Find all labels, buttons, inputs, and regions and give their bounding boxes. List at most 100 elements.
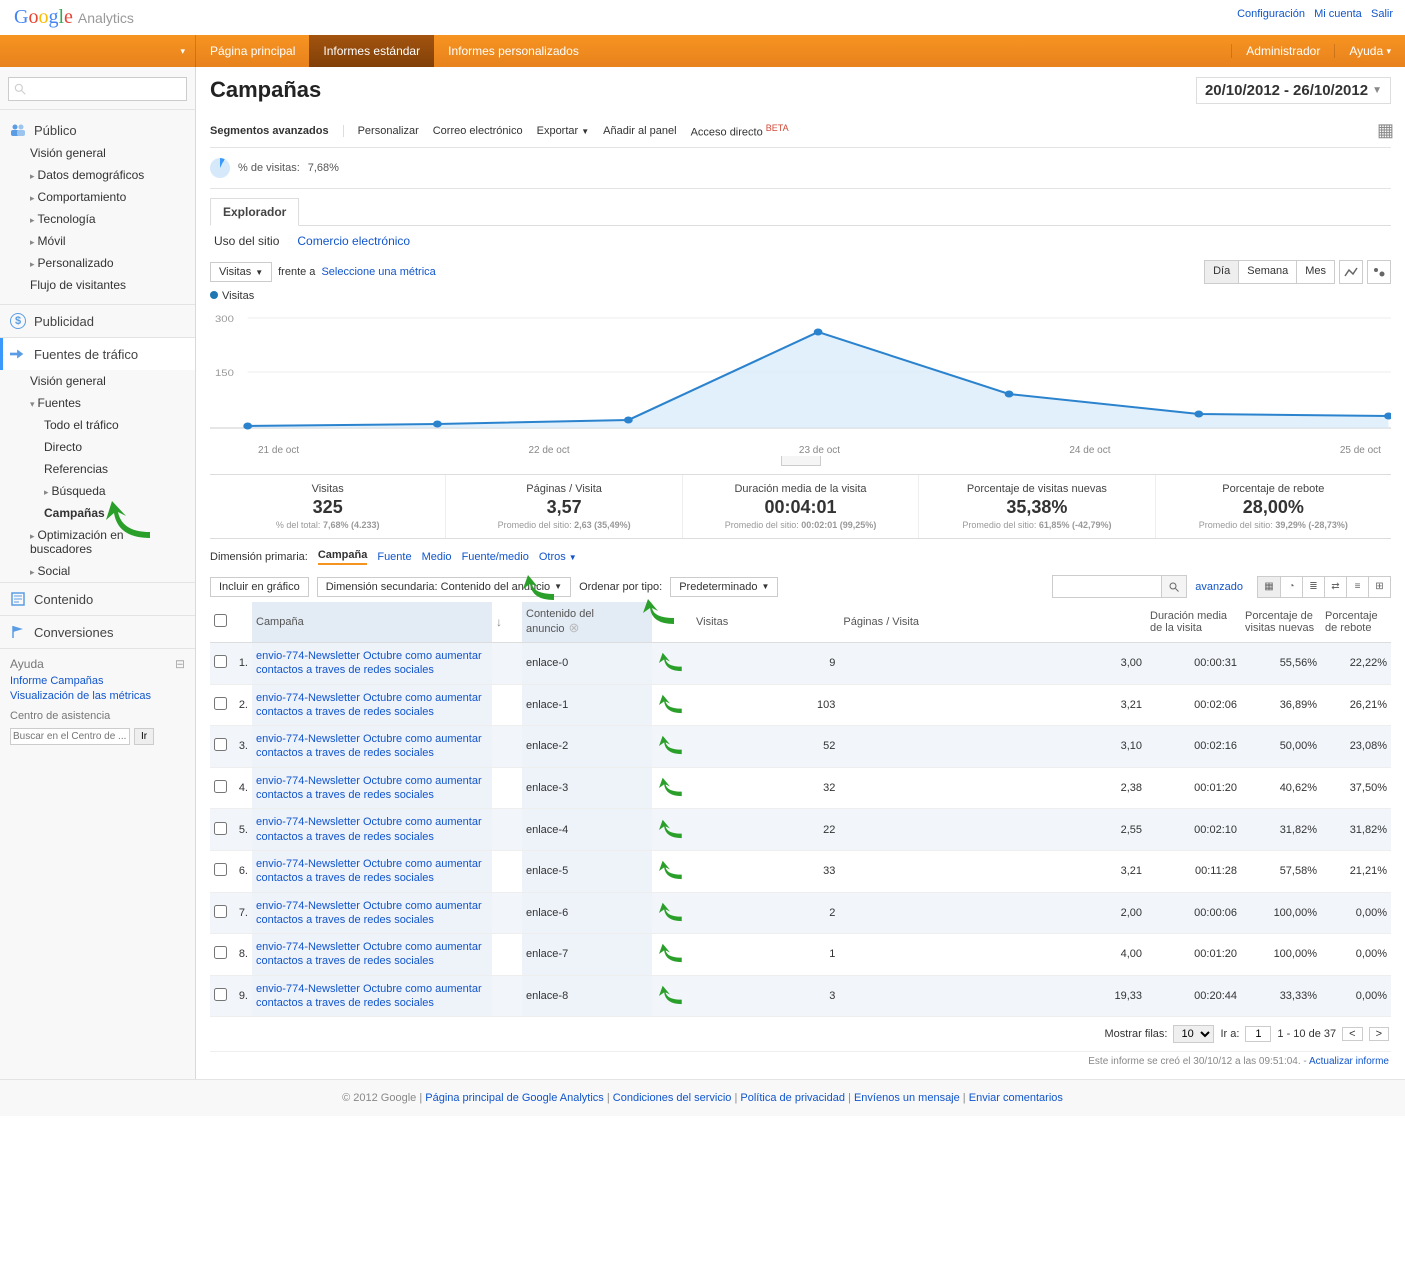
sidebar-tecnologia[interactable]: ▸Tecnología (0, 208, 195, 230)
row-checkbox[interactable] (214, 738, 227, 751)
help-search-input[interactable] (10, 728, 130, 745)
remove-dim-icon[interactable]: ⊗ (569, 620, 580, 635)
th-visitas[interactable]: Visitas (692, 602, 839, 643)
footer-link-3[interactable]: Envíenos un mensaje (854, 1092, 960, 1104)
account-dropdown[interactable]: ▾ (0, 35, 196, 67)
metric-1-selector[interactable]: Visitas ▼ (210, 262, 272, 282)
sidebar-demograficos[interactable]: ▸Datos demográficos (0, 164, 195, 186)
btn-dia[interactable]: Día (1205, 261, 1238, 283)
sidebar-publicidad[interactable]: $ Publicidad (0, 305, 195, 337)
table-row[interactable]: 6.envio-774-Newsletter Octubre como aume… (210, 850, 1391, 892)
select-all-checkbox[interactable] (214, 614, 227, 627)
th-paginas-visita[interactable]: Páginas / Visita (839, 602, 1146, 643)
sidebar-publico[interactable]: Público (0, 118, 195, 142)
sidebar-vision-general-2[interactable]: Visión general (0, 370, 195, 392)
campaign-link[interactable]: envio-774-Newsletter Octubre como aument… (256, 650, 482, 676)
sidebar-todo-trafico[interactable]: Todo el tráfico (0, 414, 195, 436)
sidebar-vision-general[interactable]: Visión general (0, 142, 195, 164)
sidebar-contenido[interactable]: Contenido (0, 583, 195, 615)
row-checkbox[interactable] (214, 655, 227, 668)
th-campana[interactable]: Campaña (252, 602, 492, 643)
pager-rows-select[interactable]: 10 (1173, 1025, 1214, 1043)
btn-mes[interactable]: Mes (1296, 261, 1334, 283)
sidebar-search[interactable] (8, 77, 187, 101)
footer-link-2[interactable]: Política de privacidad (740, 1092, 845, 1104)
help-link-1[interactable]: Informe Campañas (10, 675, 185, 687)
link-exit[interactable]: Salir (1371, 8, 1393, 20)
campaign-link[interactable]: envio-774-Newsletter Octubre como aument… (256, 816, 482, 842)
dim-secundaria-btn[interactable]: Dimensión secundaria: Contenido del anun… (317, 577, 571, 597)
link-account[interactable]: Mi cuenta (1314, 8, 1362, 20)
table-row[interactable]: 5.envio-774-Newsletter Octubre como aume… (210, 809, 1391, 851)
dim-otros[interactable]: Otros ▼ (539, 551, 577, 563)
table-row[interactable]: 1.envio-774-Newsletter Octubre como aume… (210, 643, 1391, 685)
table-row[interactable]: 3.envio-774-Newsletter Octubre como aume… (210, 726, 1391, 768)
table-row[interactable]: 4.envio-774-Newsletter Octubre como aume… (210, 767, 1391, 809)
sidebar-campanas[interactable]: Campañas (0, 502, 195, 524)
scorecard[interactable]: Duración media de la visita00:04:01Prome… (683, 475, 919, 538)
th-duracion[interactable]: Duración media de la visita (1146, 602, 1241, 643)
subtab-uso[interactable]: Uso del sitio (214, 234, 279, 248)
campaign-link[interactable]: envio-774-Newsletter Octubre como aument… (256, 900, 482, 926)
link-config[interactable]: Configuración (1237, 8, 1305, 20)
dim-fuente[interactable]: Fuente (377, 551, 411, 563)
chart-type-line[interactable] (1339, 260, 1363, 284)
table-search-button[interactable] (1162, 575, 1187, 598)
row-checkbox[interactable] (214, 822, 227, 835)
help-link-2[interactable]: Visualización de las métricas (10, 690, 185, 702)
expand-chart-tab[interactable] (781, 456, 821, 466)
nav-admin[interactable]: Administrador (1231, 44, 1334, 58)
pager-next[interactable]: > (1369, 1027, 1389, 1041)
dim-medio[interactable]: Medio (422, 551, 452, 563)
sidebar-opt-buscadores[interactable]: ▸Optimización en buscadores (0, 524, 195, 560)
logo-google[interactable]: G o o g l e (14, 6, 72, 29)
view-pivot-icon[interactable]: ⊞ (1368, 577, 1390, 597)
campaign-link[interactable]: envio-774-Newsletter Octubre como aument… (256, 983, 482, 1009)
metric-2-selector[interactable]: Seleccione una métrica (321, 266, 435, 278)
row-checkbox[interactable] (214, 780, 227, 793)
campaign-link[interactable]: envio-774-Newsletter Octubre como aument… (256, 692, 482, 718)
view-pie-icon[interactable]: ◔ (1280, 577, 1302, 597)
time-granularity[interactable]: Día Semana Mes (1204, 260, 1335, 284)
personalizar-btn[interactable]: Personalizar (358, 125, 419, 137)
nav-standard-reports[interactable]: Informes estándar (309, 35, 434, 67)
ordenar-selector[interactable]: Predeterminado ▼ (670, 577, 778, 597)
campaign-link[interactable]: envio-774-Newsletter Octubre como aument… (256, 858, 482, 884)
row-checkbox[interactable] (214, 697, 227, 710)
scorecard[interactable]: Páginas / Visita3,57Promedio del sitio: … (446, 475, 682, 538)
avanzado-link[interactable]: avanzado (1195, 581, 1243, 593)
pager-page-input[interactable] (1245, 1026, 1271, 1042)
dim-campana[interactable]: Campaña (318, 549, 368, 565)
scorecard[interactable]: Porcentaje de visitas nuevas35,38%Promed… (919, 475, 1155, 538)
footer-link-0[interactable]: Página principal de Google Analytics (425, 1092, 604, 1104)
th-rebote[interactable]: Porcentaje de rebote (1321, 602, 1391, 643)
sidebar-social[interactable]: ▸Social (0, 560, 195, 582)
collapse-icon[interactable]: ⊟ (175, 657, 185, 671)
sort-arrow-icon[interactable]: ↓ (496, 615, 502, 629)
sidebar-busqueda[interactable]: ▸Búsqueda (0, 480, 195, 502)
row-checkbox[interactable] (214, 905, 227, 918)
chart-type-motion[interactable] (1367, 260, 1391, 284)
acceso-directo-btn[interactable]: Acceso directo BETA (691, 123, 789, 139)
table-row[interactable]: 7.envio-774-Newsletter Octubre como aume… (210, 892, 1391, 934)
exportar-btn[interactable]: Exportar ▼ (537, 125, 590, 137)
incluir-grafico-btn[interactable]: Incluir en gráfico (210, 577, 309, 597)
sidebar-fuentes-trafico[interactable]: Fuentes de tráfico (0, 338, 195, 370)
view-bars-icon[interactable]: ≣ (1302, 577, 1324, 597)
dim-fuente-medio[interactable]: Fuente/medio (462, 551, 529, 563)
sidebar-movil[interactable]: ▸Móvil (0, 230, 195, 252)
help-search-button[interactable]: Ir (134, 728, 154, 745)
nav-help[interactable]: Ayuda ▾ (1334, 44, 1405, 58)
sidebar-conversiones[interactable]: Conversiones (0, 616, 195, 648)
campaign-link[interactable]: envio-774-Newsletter Octubre como aument… (256, 941, 482, 967)
view-term-icon[interactable]: ≡ (1346, 577, 1368, 597)
report-refresh-link[interactable]: Actualizar informe (1309, 1056, 1389, 1067)
visits-chart[interactable]: 300 150 21 de oct 22 de oct 23 de oct 24… (210, 310, 1391, 466)
sidebar-directo[interactable]: Directo (0, 436, 195, 458)
sidebar-fuentes[interactable]: ▾Fuentes (0, 392, 195, 414)
scorecard[interactable]: Visitas325% del total: 7,68% (4.233) (210, 475, 446, 538)
scorecard[interactable]: Porcentaje de rebote28,00%Promedio del s… (1156, 475, 1391, 538)
view-table-icon[interactable]: ▦ (1258, 577, 1280, 597)
row-checkbox[interactable] (214, 863, 227, 876)
table-row[interactable]: 2.envio-774-Newsletter Octubre como aume… (210, 684, 1391, 726)
